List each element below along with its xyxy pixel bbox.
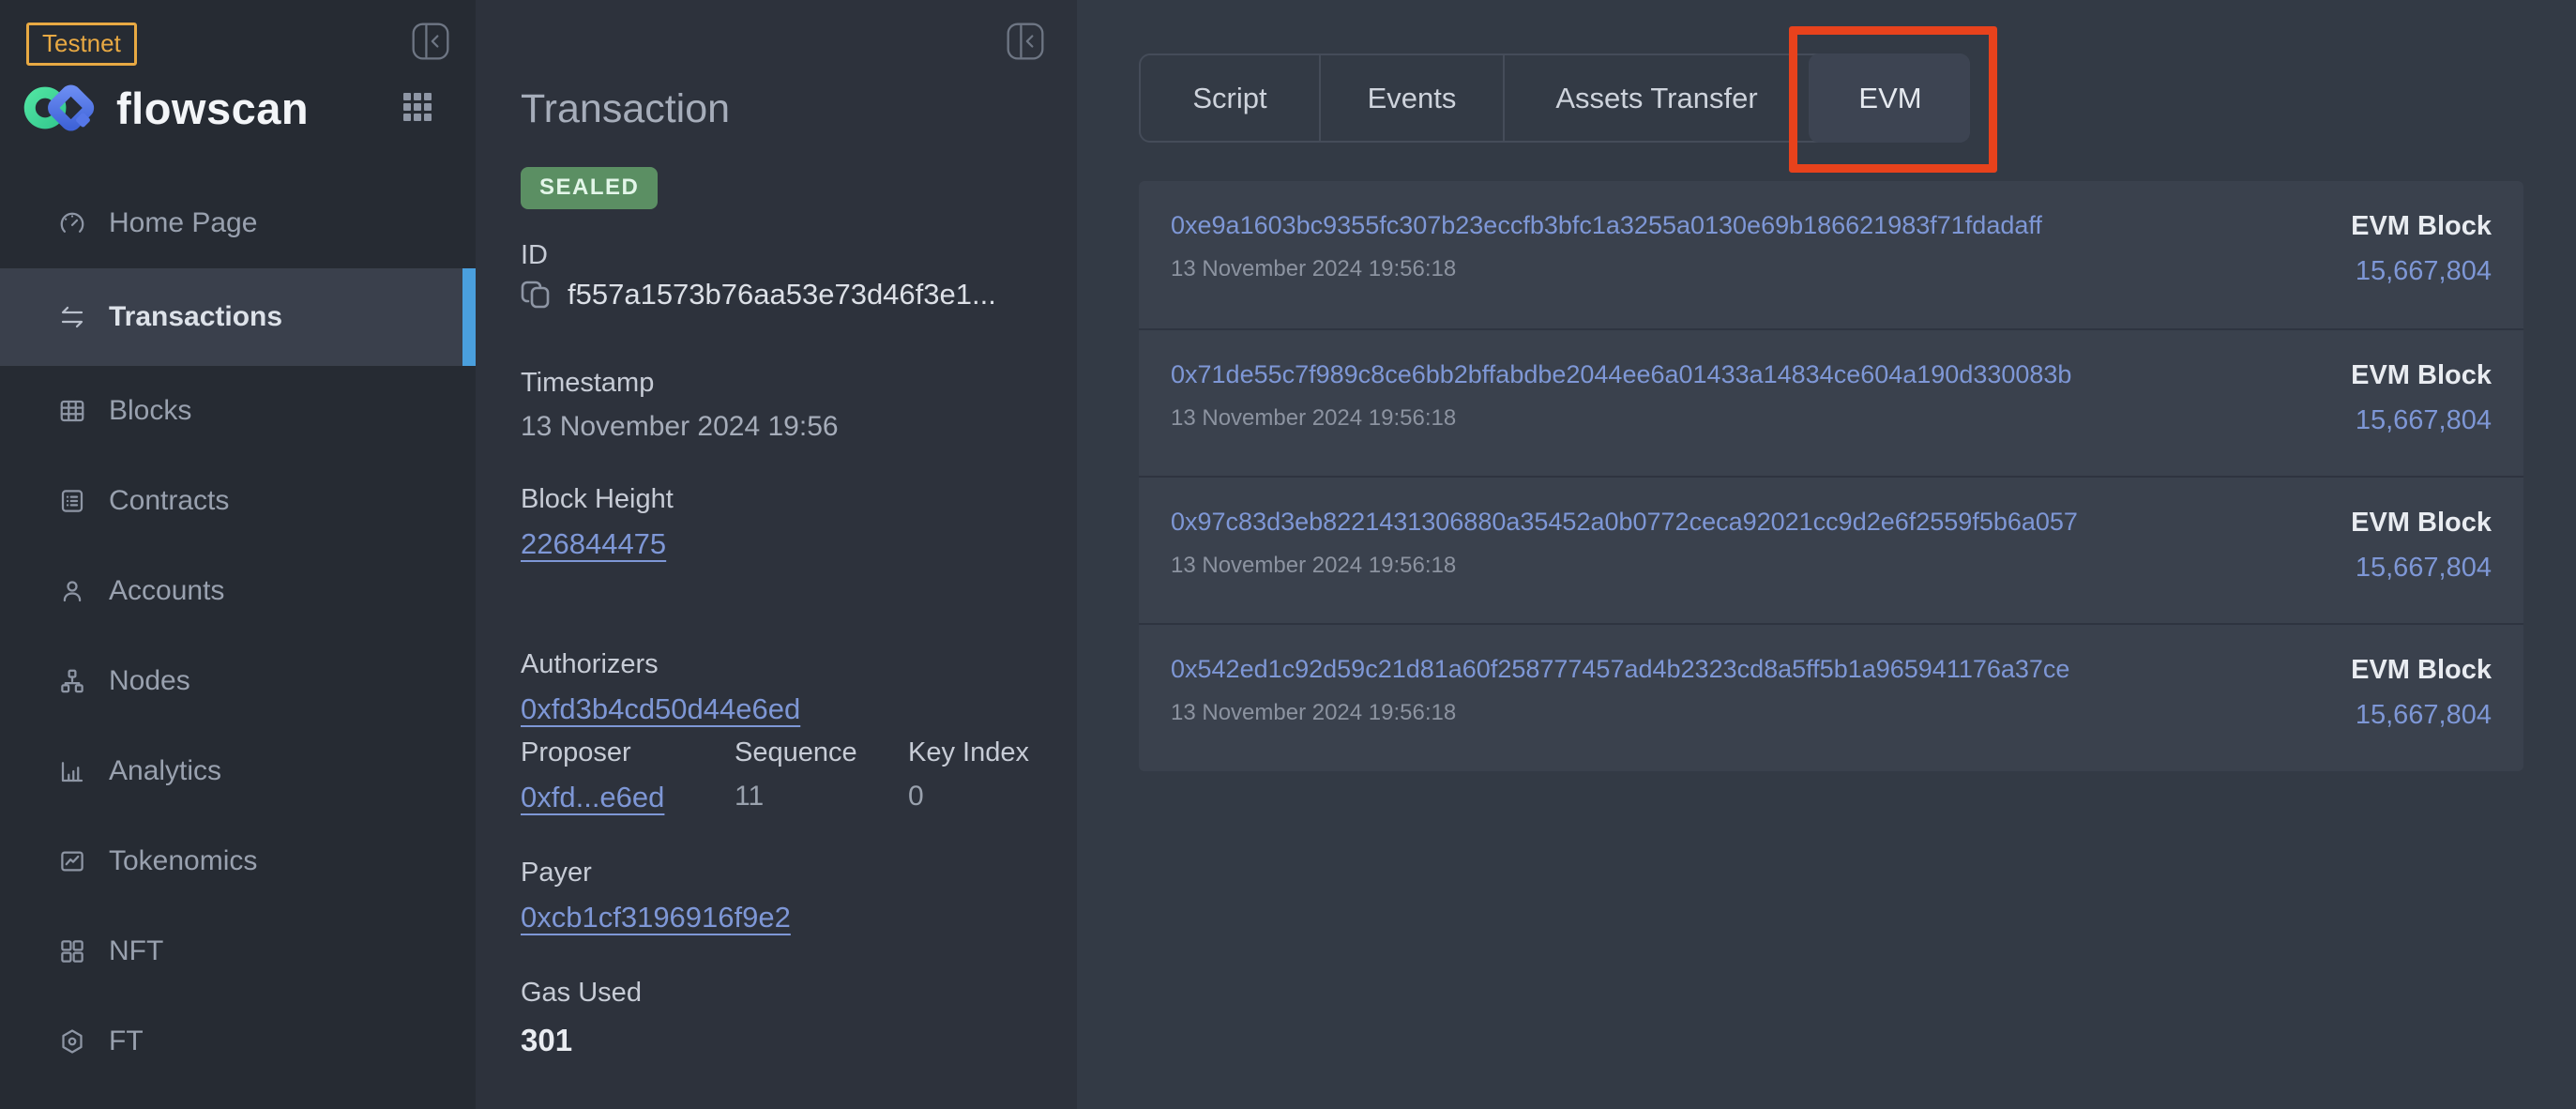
- bar-chart-icon: [58, 757, 86, 785]
- evm-row-right: EVM Block 15,667,804: [2351, 211, 2492, 328]
- proposer-link[interactable]: 0xfd...e6ed: [521, 781, 664, 814]
- id-row: f557a1573b76aa53e73d46f3e1...: [521, 278, 996, 311]
- cube-icon: [58, 1027, 86, 1056]
- evm-row-right: EVM Block 15,667,804: [2351, 508, 2492, 623]
- tab-evm[interactable]: EVM: [1809, 53, 1970, 143]
- network-badge: Testnet: [26, 23, 137, 66]
- evm-row-right: EVM Block 15,667,804: [2351, 360, 2492, 476]
- gas-used-label: Gas Used: [521, 978, 642, 1009]
- block-height-link[interactable]: 226844475: [521, 527, 666, 561]
- tab-assets-transfer[interactable]: Assets Transfer: [1503, 55, 1809, 141]
- panel-title: Transaction: [521, 86, 730, 132]
- collapse-sidebar-icon[interactable]: [410, 21, 451, 67]
- evm-row-left: 0xe9a1603bc9355fc307b23eccfb3bfc1a3255a0…: [1171, 211, 2042, 328]
- gauge-icon: [58, 209, 86, 237]
- payer-label: Payer: [521, 858, 592, 889]
- evm-transaction-row: 0x71de55c7f989c8ce6bb2bffabdbe2044ee6a01…: [1139, 328, 2523, 476]
- evm-block-number-link[interactable]: 15,667,804: [2351, 405, 2492, 436]
- sidebar-item-home-page[interactable]: Home Page: [0, 178, 476, 268]
- copy-icon[interactable]: [521, 278, 554, 311]
- proposer-label: Proposer: [521, 737, 631, 768]
- sidebar-item-tokenomics[interactable]: Tokenomics: [0, 816, 476, 906]
- sidebar-item-label: Blocks: [109, 395, 191, 427]
- evm-tx-timestamp: 13 November 2024 19:56:18: [1171, 553, 2078, 579]
- gas-used-value: 301: [521, 1023, 572, 1058]
- swap-arrows-icon: [58, 303, 86, 331]
- sidebar-item-accounts[interactable]: Accounts: [0, 546, 476, 636]
- flowscan-logo[interactable]: flowscan: [23, 75, 309, 141]
- sidebar-item-contracts[interactable]: Contracts: [0, 456, 476, 546]
- evm-tx-hash-link[interactable]: 0x542ed1c92d59c21d81a60f258777457ad4b232…: [1171, 655, 2069, 684]
- evm-tx-timestamp: 13 November 2024 19:56:18: [1171, 405, 2071, 432]
- evm-row-left: 0x71de55c7f989c8ce6bb2bffabdbe2044ee6a01…: [1171, 360, 2071, 476]
- sidebar-nav: Home Page Transactions: [0, 178, 476, 1086]
- evm-block-label: EVM Block: [2351, 360, 2492, 391]
- sidebar-item-label: Contracts: [109, 485, 229, 517]
- evm-tx-hash-link[interactable]: 0xe9a1603bc9355fc307b23eccfb3bfc1a3255a0…: [1171, 211, 2042, 240]
- evm-row-left: 0x542ed1c92d59c21d81a60f258777457ad4b232…: [1171, 655, 2069, 770]
- sidebar-item-nodes[interactable]: Nodes: [0, 636, 476, 726]
- sequence-value: 11: [735, 781, 764, 813]
- sidebar-item-label: NFT: [109, 935, 163, 967]
- evm-block-label: EVM Block: [2351, 508, 2492, 539]
- evm-transaction-row: 0x97c83d3eb8221431306880a35452a0b0772cec…: [1139, 476, 2523, 623]
- evm-transaction-row: 0xe9a1603bc9355fc307b23eccfb3bfc1a3255a0…: [1139, 181, 2523, 328]
- flowscan-logo-icon: [23, 75, 103, 141]
- evm-tx-timestamp: 13 November 2024 19:56:18: [1171, 700, 2069, 726]
- key-index-value: 0: [908, 781, 924, 813]
- evm-block-label: EVM Block: [2351, 655, 2492, 686]
- sidebar: Testnet: [0, 0, 476, 1109]
- sidebar-item-ft[interactable]: FT: [0, 996, 476, 1086]
- payer-link[interactable]: 0xcb1cf3196916f9e2: [521, 901, 791, 934]
- evm-transaction-row: 0x542ed1c92d59c21d81a60f258777457ad4b232…: [1139, 623, 2523, 770]
- tab-events[interactable]: Events: [1319, 55, 1503, 141]
- timestamp-value: 13 November 2024 19:56: [521, 411, 839, 443]
- transaction-detail-content: Script Events Assets Transfer EVM 0xe9a1…: [1077, 0, 2576, 1109]
- sidebar-item-blocks[interactable]: Blocks: [0, 366, 476, 456]
- line-chart-icon: [58, 847, 86, 875]
- sidebar-item-analytics[interactable]: Analytics: [0, 726, 476, 816]
- status-badge-sealed: SEALED: [521, 167, 658, 209]
- evm-block-label: EVM Block: [2351, 211, 2492, 242]
- sidebar-item-label: Analytics: [109, 755, 221, 787]
- evm-block-number-link[interactable]: 15,667,804: [2351, 256, 2492, 287]
- sidebar-item-label: Transactions: [109, 301, 282, 333]
- tab-script[interactable]: Script: [1141, 55, 1319, 141]
- transaction-summary-content: Transaction SEALED ID f557a1573b76aa53e7…: [521, 0, 1049, 1109]
- evm-block-number-link[interactable]: 15,667,804: [2351, 700, 2492, 731]
- id-label: ID: [521, 240, 548, 271]
- flowscan-app: Script Events Assets Transfer EVM 0xe9a1…: [0, 0, 2576, 1109]
- sidebar-item-nft[interactable]: NFT: [0, 906, 476, 996]
- sidebar-item-transactions[interactable]: Transactions: [0, 268, 476, 366]
- transaction-id-value: f557a1573b76aa53e73d46f3e1...: [568, 278, 996, 311]
- sidebar-item-label: Tokenomics: [109, 845, 257, 877]
- sidebar-item-label: Home Page: [109, 207, 257, 239]
- hierarchy-icon: [58, 667, 86, 695]
- sidebar-item-label: Nodes: [109, 665, 190, 697]
- table-grid-icon: [58, 397, 86, 425]
- evm-transactions-list: 0xe9a1603bc9355fc307b23eccfb3bfc1a3255a0…: [1139, 181, 2523, 771]
- evm-row-right: EVM Block 15,667,804: [2351, 655, 2492, 770]
- sidebar-item-label: FT: [109, 1025, 144, 1057]
- brand-name: flowscan: [116, 83, 309, 134]
- person-icon: [58, 577, 86, 605]
- evm-tx-hash-link[interactable]: 0x71de55c7f989c8ce6bb2bffabdbe2044ee6a01…: [1171, 360, 2071, 389]
- evm-tx-timestamp: 13 November 2024 19:56:18: [1171, 256, 2042, 282]
- block-height-label: Block Height: [521, 484, 674, 515]
- authorizers-link[interactable]: 0xfd3b4cd50d44e6ed: [521, 692, 800, 726]
- apps-grid-icon[interactable]: [402, 91, 433, 128]
- authorizers-label: Authorizers: [521, 649, 659, 680]
- transaction-tabbar: Script Events Assets Transfer EVM: [1139, 53, 1970, 143]
- sequence-label: Sequence: [735, 737, 857, 768]
- document-list-icon: [58, 487, 86, 515]
- key-index-label: Key Index: [908, 737, 1029, 768]
- timestamp-label: Timestamp: [521, 368, 654, 399]
- evm-tx-hash-link[interactable]: 0x97c83d3eb8221431306880a35452a0b0772cec…: [1171, 508, 2078, 537]
- four-squares-icon: [58, 937, 86, 965]
- evm-block-number-link[interactable]: 15,667,804: [2351, 553, 2492, 584]
- evm-row-left: 0x97c83d3eb8221431306880a35452a0b0772cec…: [1171, 508, 2078, 623]
- sidebar-item-label: Accounts: [109, 575, 224, 607]
- transaction-summary-panel: Transaction SEALED ID f557a1573b76aa53e7…: [476, 0, 1077, 1109]
